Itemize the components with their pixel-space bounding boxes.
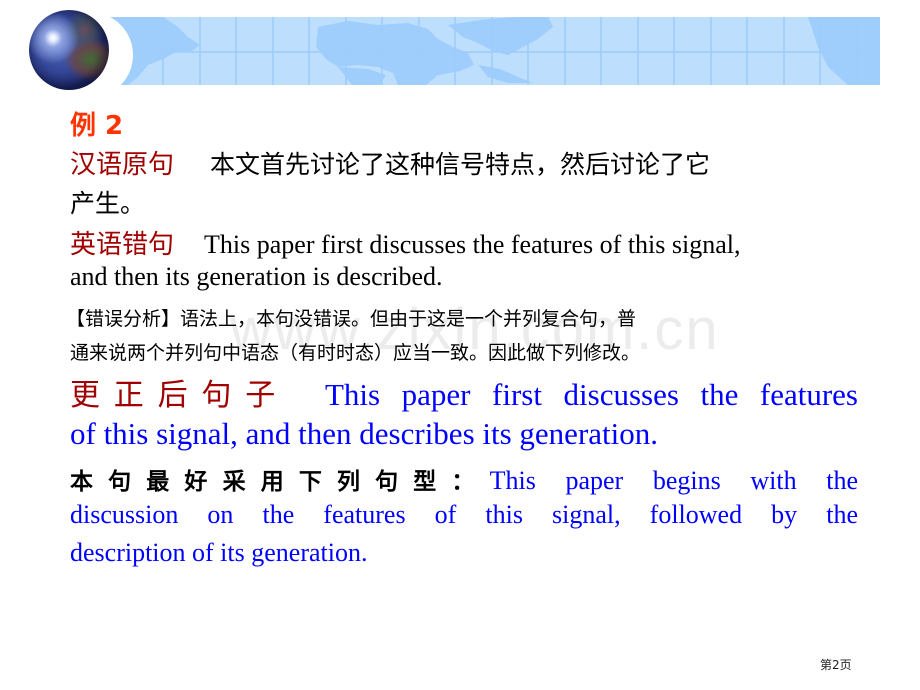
corrected-label: 更正后句子	[70, 378, 289, 413]
page-number: 第2页	[820, 658, 852, 672]
better-pattern-line2: discussion on the features of this signa…	[70, 500, 858, 529]
header-banner	[108, 17, 880, 85]
better-pattern-text: This paper begins with the	[489, 466, 858, 495]
globe-icon	[29, 10, 109, 90]
error-analysis-line1: 【错误分析】语法上，本句没错误。但由于这是一个并列复合句，普	[66, 308, 637, 330]
corrected-line1: 更正后句子 This paper first discusses the feat…	[70, 370, 858, 414]
chinese-original-label: 汉语原句	[70, 150, 175, 180]
chinese-original-line1: 汉语原句 本文首先讨论了这种信号特点，然后讨论了它	[70, 144, 710, 181]
chinese-original-text: 本文首先讨论了这种信号特点，然后讨论了它	[210, 150, 711, 179]
english-wrong-line2: and then its generation is described.	[70, 262, 443, 291]
better-pattern-label: 本句最好采用下列句型：	[70, 469, 490, 495]
example-title: 例 2	[70, 111, 124, 141]
chinese-original-line2: 产生。	[70, 189, 146, 218]
english-wrong-line1: 英语错句 This paper first discusses the featu…	[70, 224, 741, 261]
better-pattern-line1: 本句最好采用下列句型：This paper begins with the	[70, 462, 858, 496]
world-map-graphic	[108, 17, 880, 85]
english-wrong-text: This paper first discusses the features …	[204, 230, 741, 259]
corrected-text: This paper first discusses the features	[325, 377, 858, 412]
better-pattern-line3: description of its generation.	[70, 538, 368, 567]
english-wrong-label: 英语错句	[70, 230, 175, 260]
corrected-line2: of this signal, and then describes its g…	[70, 416, 659, 451]
error-analysis-line2: 通来说两个并列句中语态（有时时态）应当一致。因此做下列修改。	[70, 342, 641, 364]
